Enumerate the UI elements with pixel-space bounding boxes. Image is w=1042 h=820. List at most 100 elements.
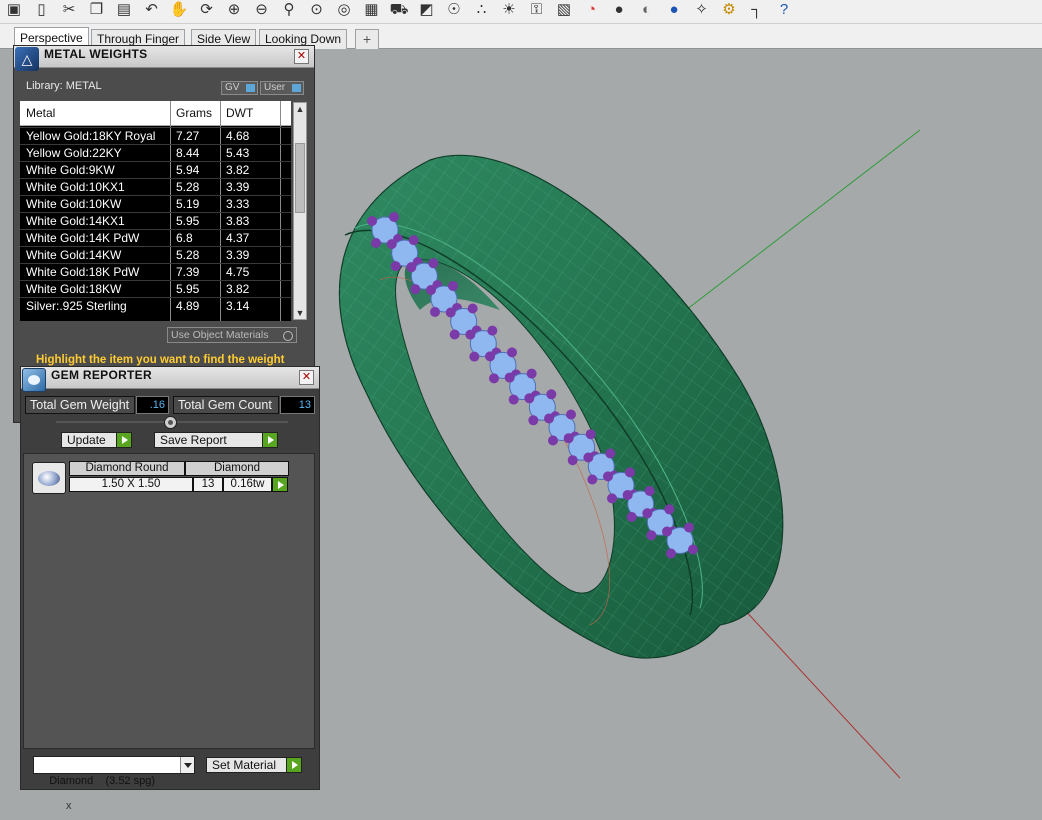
ring-band bbox=[338, 154, 784, 659]
grams-cell: 7.39 bbox=[176, 265, 200, 279]
prong bbox=[603, 471, 613, 482]
grid-icon[interactable]: ▦ bbox=[362, 1, 382, 19]
car-icon[interactable]: ⛟ bbox=[389, 1, 409, 19]
dwt-cell: 3.39 bbox=[226, 180, 250, 194]
scroll-up-icon[interactable]: ▲ bbox=[294, 103, 306, 115]
grams-cell: 5.19 bbox=[176, 197, 200, 211]
table-row[interactable]: Yellow Gold:18KY Royal 7.27 4.68 bbox=[20, 127, 291, 144]
metal-name-cell: Yellow Gold:22KY bbox=[26, 146, 122, 160]
color-wheel-icon[interactable]: ◔ bbox=[582, 1, 602, 19]
zoom-target-icon[interactable]: ◎ bbox=[334, 1, 354, 19]
prong bbox=[585, 429, 596, 440]
dwt-cell: 3.82 bbox=[226, 163, 250, 177]
update-button-label: Update bbox=[67, 433, 106, 447]
splitter-handle[interactable] bbox=[164, 416, 177, 429]
paste-icon[interactable]: ▤ bbox=[114, 1, 134, 19]
zoom-window-icon[interactable]: ⊕ bbox=[224, 1, 244, 19]
dwt-cell: 3.14 bbox=[226, 299, 250, 313]
zoom-extents-icon[interactable]: ⚲ bbox=[279, 1, 299, 19]
prong bbox=[605, 448, 616, 459]
set-material-button[interactable]: Set Material bbox=[206, 757, 302, 773]
dwt-cell: 3.39 bbox=[226, 248, 250, 262]
prong bbox=[507, 347, 517, 358]
copy-icon[interactable]: ❐ bbox=[87, 1, 107, 19]
user-toggle-label: User bbox=[264, 82, 286, 93]
select-gem-play-icon[interactable] bbox=[272, 477, 288, 492]
scroll-thumb[interactable] bbox=[295, 143, 305, 213]
table-row[interactable]: White Gold:14KX1 5.95 3.83 bbox=[20, 212, 291, 229]
grams-cell: 5.28 bbox=[176, 248, 200, 262]
play-icon bbox=[262, 433, 277, 447]
metal-name-cell: White Gold:9KW bbox=[26, 163, 115, 177]
rotate-icon[interactable]: ⟳ bbox=[197, 1, 217, 19]
material-select[interactable]: Diamond (3.52 spg) bbox=[33, 756, 195, 787]
metal-table: Metal Grams DWT Yellow Gold:18KY Royal 7.… bbox=[20, 101, 291, 321]
help-icon[interactable]: ? bbox=[774, 1, 794, 19]
gem-list: Diamond Round Diamond 1.50 X 1.50 13 0.1… bbox=[23, 453, 315, 749]
update-button[interactable]: Update bbox=[61, 432, 132, 448]
gv-toggle[interactable]: GV bbox=[221, 81, 259, 95]
table-row[interactable]: White Gold:14KW 5.28 3.39 bbox=[20, 246, 291, 263]
undo-icon[interactable]: ↶ bbox=[142, 1, 162, 19]
prong bbox=[625, 467, 635, 478]
pan-icon[interactable]: ✋ bbox=[169, 1, 189, 19]
table-row[interactable]: White Gold:14K PdW 6.8 4.37 bbox=[20, 229, 291, 246]
diamond-round-thumbnail-icon[interactable] bbox=[32, 462, 66, 494]
save-report-button[interactable]: Save Report bbox=[154, 432, 278, 448]
prong bbox=[622, 489, 633, 500]
grams-cell: 7.27 bbox=[176, 129, 200, 143]
dwt-cell: 3.33 bbox=[226, 197, 250, 211]
gear-icon[interactable]: ⚙ bbox=[719, 1, 739, 19]
close-icon[interactable]: ✕ bbox=[299, 370, 314, 385]
snap-icon[interactable]: ☉ bbox=[444, 1, 464, 19]
add-tab-button[interactable]: + bbox=[355, 29, 379, 49]
light-icon[interactable]: ☀ bbox=[499, 1, 519, 19]
lock-icon[interactable]: ⚿ bbox=[527, 1, 547, 19]
metal-weights-title: METAL WEIGHTS bbox=[44, 47, 148, 61]
table-row[interactable]: White Gold:9KW 5.94 3.82 bbox=[20, 161, 291, 178]
sphere-blue-icon[interactable]: ● bbox=[664, 1, 684, 19]
save-icon[interactable]: ▣ bbox=[4, 1, 24, 19]
table-row[interactable]: White Gold:10KW 5.19 3.33 bbox=[20, 195, 291, 212]
chevron-down-icon[interactable] bbox=[180, 757, 194, 773]
prong bbox=[504, 372, 515, 383]
prong bbox=[449, 329, 460, 340]
metal-weights-titlebar[interactable]: △ METAL WEIGHTS ✕ bbox=[14, 46, 314, 71]
table-row[interactable]: Yellow Gold:22KY 8.44 5.43 bbox=[20, 144, 291, 161]
sphere-gray-icon[interactable]: ● bbox=[609, 1, 629, 19]
sphere-metal-icon[interactable]: ◐ bbox=[637, 1, 657, 19]
table-row[interactable]: Silver:.925 Sterling 4.89 3.14 bbox=[20, 297, 291, 314]
user-toggle[interactable]: User bbox=[260, 81, 305, 95]
prong bbox=[528, 415, 539, 426]
dwt-cell: 4.37 bbox=[226, 231, 250, 245]
new-doc-icon[interactable]: ▯ bbox=[32, 1, 52, 19]
table-row[interactable]: White Gold:18KW 5.95 3.82 bbox=[20, 280, 291, 297]
prong bbox=[428, 258, 439, 269]
column-header-dwt[interactable]: DWT bbox=[226, 106, 253, 120]
close-icon[interactable]: ✕ bbox=[294, 49, 309, 64]
points-icon[interactable]: ∴ bbox=[472, 1, 492, 19]
scroll-down-icon[interactable]: ▼ bbox=[294, 307, 306, 319]
shade-icon[interactable]: ◩ bbox=[417, 1, 437, 19]
layers-icon[interactable]: ▧ bbox=[554, 1, 574, 19]
prong bbox=[563, 433, 574, 444]
table-row[interactable]: White Gold:10KX1 5.28 3.39 bbox=[20, 178, 291, 195]
metal-table-scrollbar[interactable]: ▲ ▼ bbox=[293, 102, 307, 320]
zoom-dynamic-icon[interactable]: ⊖ bbox=[252, 1, 272, 19]
metal-name-cell: Silver:.925 Sterling bbox=[26, 299, 127, 313]
column-header-metal[interactable]: Metal bbox=[26, 106, 55, 120]
zoom-selected-icon[interactable]: ⊙ bbox=[307, 1, 327, 19]
wand-icon[interactable]: ✧ bbox=[692, 1, 712, 19]
use-object-materials-toggle[interactable]: Use Object Materials bbox=[167, 327, 297, 343]
metal-name-cell: White Gold:10KW bbox=[26, 197, 122, 211]
grams-cell: 5.28 bbox=[176, 180, 200, 194]
dimension-icon[interactable]: ┐ bbox=[747, 1, 767, 19]
gem-reporter-titlebar[interactable]: GEM REPORTER ✕ bbox=[21, 367, 319, 392]
metal-name-cell: White Gold:14KX1 bbox=[26, 214, 125, 228]
prong bbox=[646, 530, 657, 541]
cut-icon[interactable]: ✂ bbox=[59, 1, 79, 19]
column-header-grams[interactable]: Grams bbox=[176, 106, 212, 120]
gem-reporter-title: GEM REPORTER bbox=[51, 368, 152, 382]
grams-cell: 5.95 bbox=[176, 282, 200, 296]
table-row[interactable]: White Gold:18K PdW 7.39 4.75 bbox=[20, 263, 291, 280]
